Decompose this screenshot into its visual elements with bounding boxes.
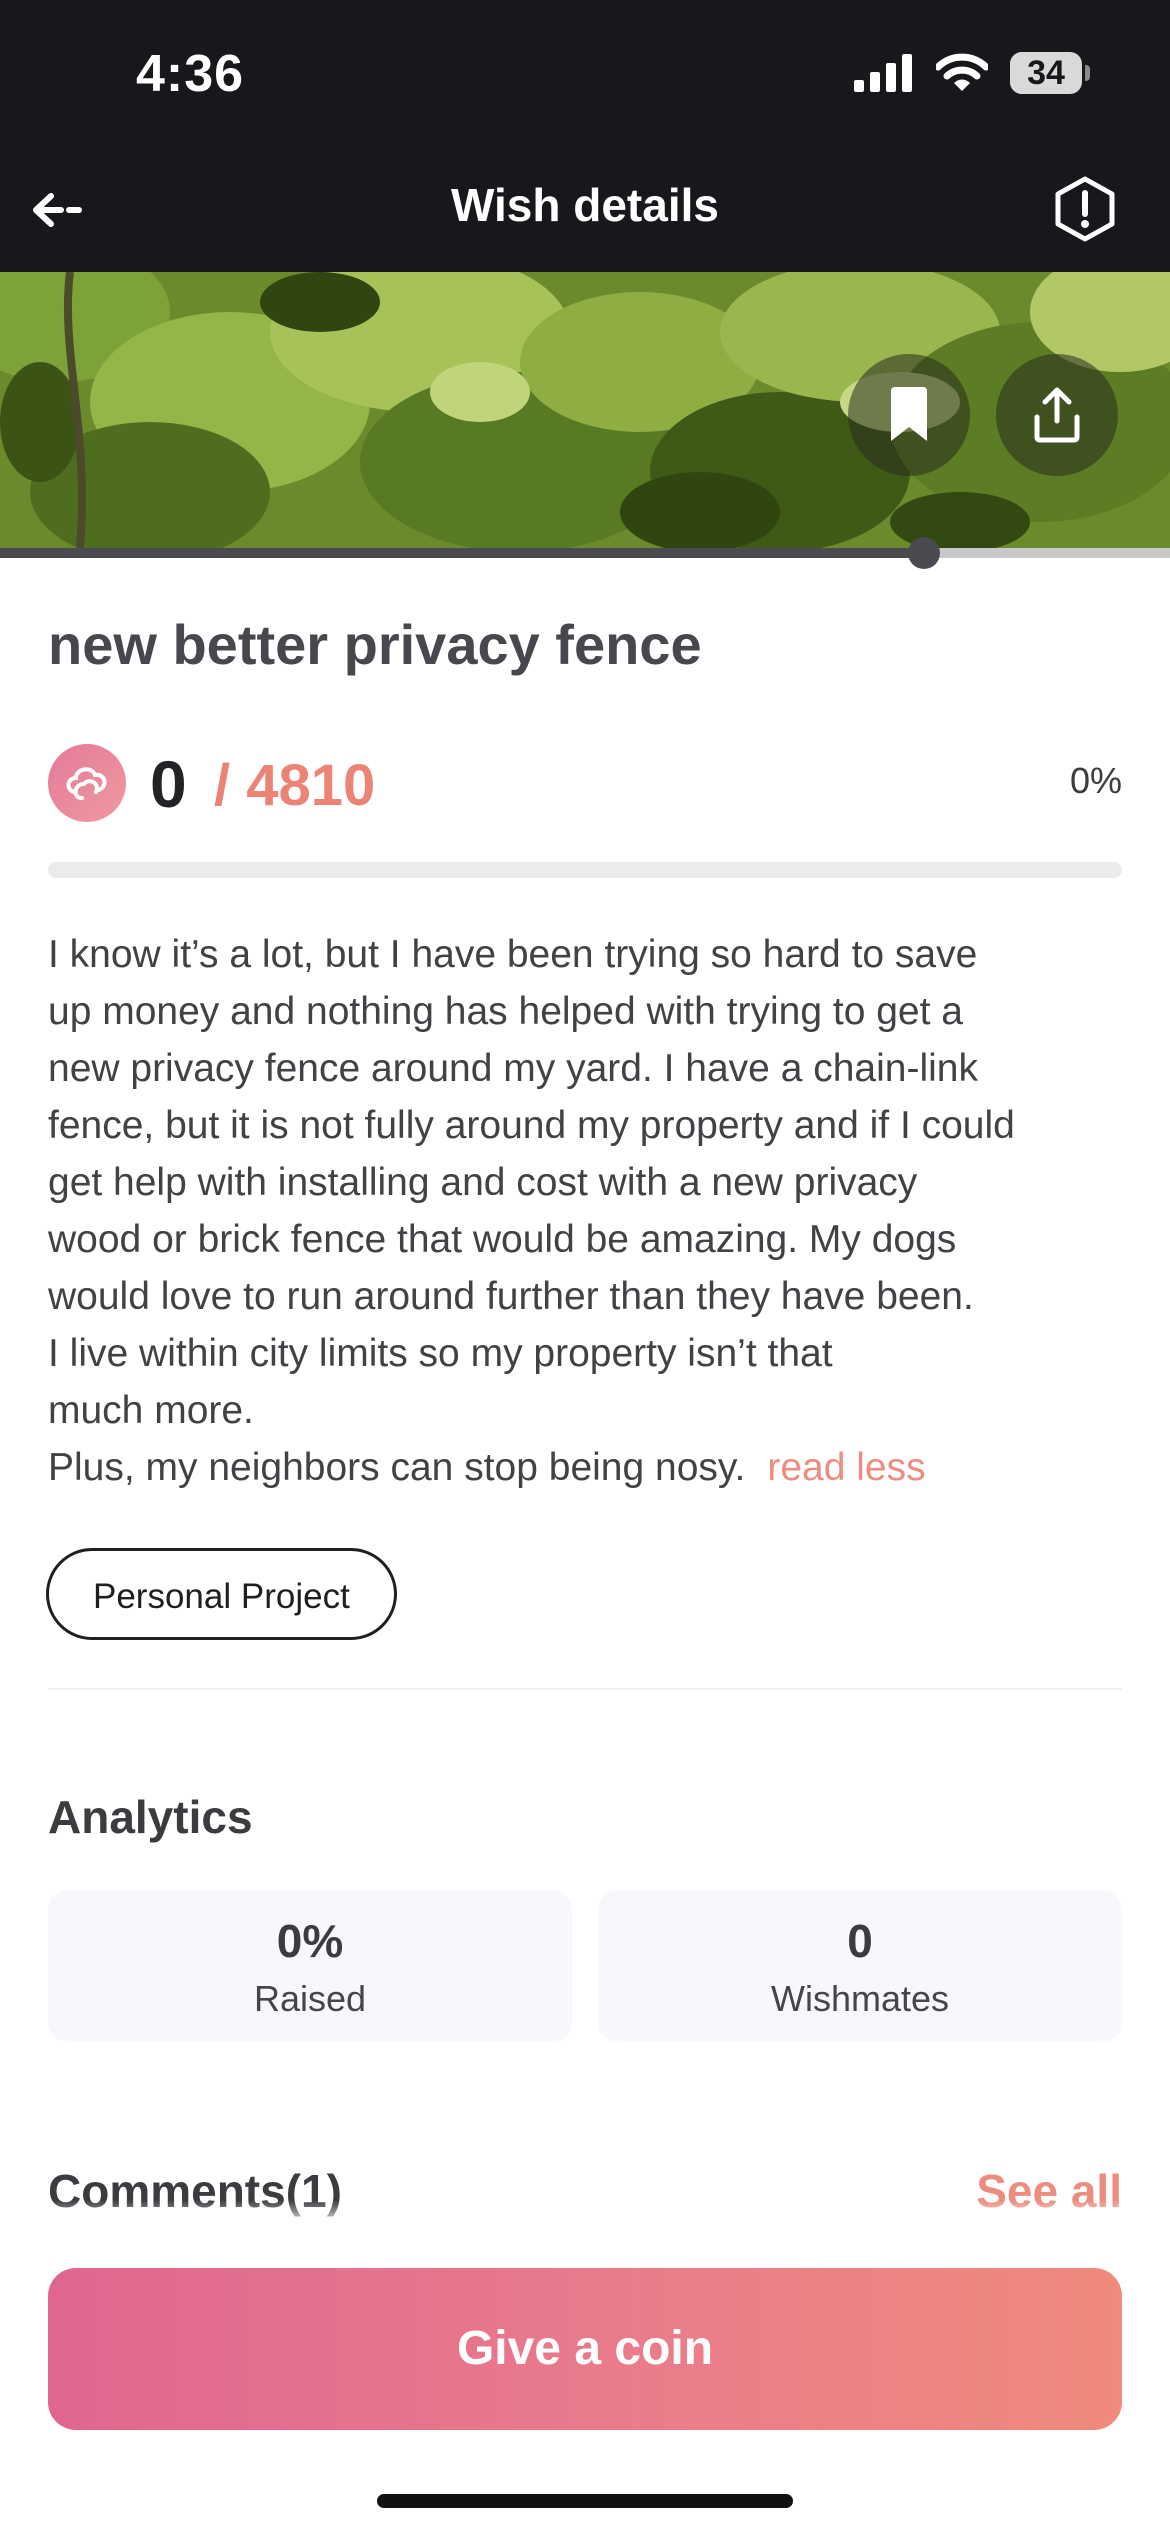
wish-description: I know it’s a lot, but I have been tryin… bbox=[48, 926, 1128, 1496]
wishmates-stat-value: 0 bbox=[847, 1915, 873, 1967]
bottom-fade bbox=[0, 2200, 1170, 2228]
alert-octagon-icon bbox=[1055, 176, 1115, 242]
raised-amount: 0 bbox=[150, 747, 187, 821]
category-tag[interactable]: Personal Project bbox=[46, 1548, 397, 1640]
wishmates-stat-label: Wishmates bbox=[770, 1978, 950, 2019]
funded-percent: 0% bbox=[1069, 760, 1122, 801]
battery-icon: 34 bbox=[1010, 52, 1090, 94]
status-time: 4:36 bbox=[136, 45, 245, 103]
foliage-photo bbox=[0, 272, 1170, 548]
wifi-icon bbox=[936, 53, 988, 91]
top-bar: 4:36 34 Wish details bbox=[0, 0, 1170, 272]
bookmark-button[interactable] bbox=[848, 354, 970, 476]
share-button[interactable] bbox=[996, 354, 1118, 476]
signal-icon bbox=[854, 54, 912, 92]
media-progress-bar[interactable] bbox=[0, 537, 1170, 569]
description-last-line: Plus, my neighbors can stop being nosy. r… bbox=[48, 1439, 1128, 1496]
nav-bar: Wish details bbox=[0, 160, 1170, 260]
funding-progress-bar bbox=[48, 862, 1122, 878]
description-line: I know it’s a lot, but I have been tryin… bbox=[48, 933, 978, 976]
description-line: up money and nothing has helped with try… bbox=[48, 990, 963, 1033]
media-progress-fill bbox=[0, 548, 925, 558]
description-line: get help with installing and cost with a… bbox=[48, 1161, 918, 1204]
divider bbox=[48, 1688, 1122, 1690]
share-icon bbox=[1034, 387, 1080, 443]
description-line: wood or brick fence that would be amazin… bbox=[48, 1218, 957, 1261]
description-line: fence, but it is not fully around my pro… bbox=[48, 1104, 1015, 1147]
description-line: much more. bbox=[48, 1389, 254, 1432]
description-line: Plus, my neighbors can stop being nosy. bbox=[48, 1446, 746, 1489]
description-line: would love to run around further than th… bbox=[48, 1275, 974, 1318]
home-indicator[interactable] bbox=[377, 2494, 793, 2508]
page-title: Wish details bbox=[451, 179, 719, 231]
description-line: I live within city limits so my property… bbox=[48, 1332, 833, 1375]
bookmark-icon bbox=[891, 387, 927, 441]
wishmates-stat-card: 0 Wishmates bbox=[598, 1890, 1122, 2042]
wish-title: new better privacy fence bbox=[48, 613, 702, 676]
raised-stat-card: 0% Raised bbox=[48, 1890, 572, 2042]
bottom-bar: Give a coin bbox=[0, 2226, 1170, 2532]
wish-image[interactable] bbox=[0, 272, 1170, 548]
coin-icon bbox=[48, 744, 126, 822]
media-progress-knob[interactable] bbox=[908, 537, 941, 569]
funding-row: 0 / 4810 0% bbox=[48, 742, 1122, 826]
status-icons: 34 bbox=[854, 52, 1090, 94]
raised-stat-value: 0% bbox=[276, 1915, 344, 1967]
battery-level: 34 bbox=[1027, 54, 1065, 92]
report-button[interactable] bbox=[1050, 174, 1120, 244]
give-coin-button[interactable]: Give a coin bbox=[48, 2268, 1122, 2430]
analytics-title: Analytics bbox=[48, 1791, 253, 1843]
read-less-link[interactable]: read less bbox=[767, 1446, 925, 1489]
description-line: new privacy fence around my yard. I have… bbox=[48, 1047, 978, 1090]
raised-stat-label: Raised bbox=[253, 1978, 367, 2019]
goal-amount: / 4810 bbox=[214, 753, 376, 818]
